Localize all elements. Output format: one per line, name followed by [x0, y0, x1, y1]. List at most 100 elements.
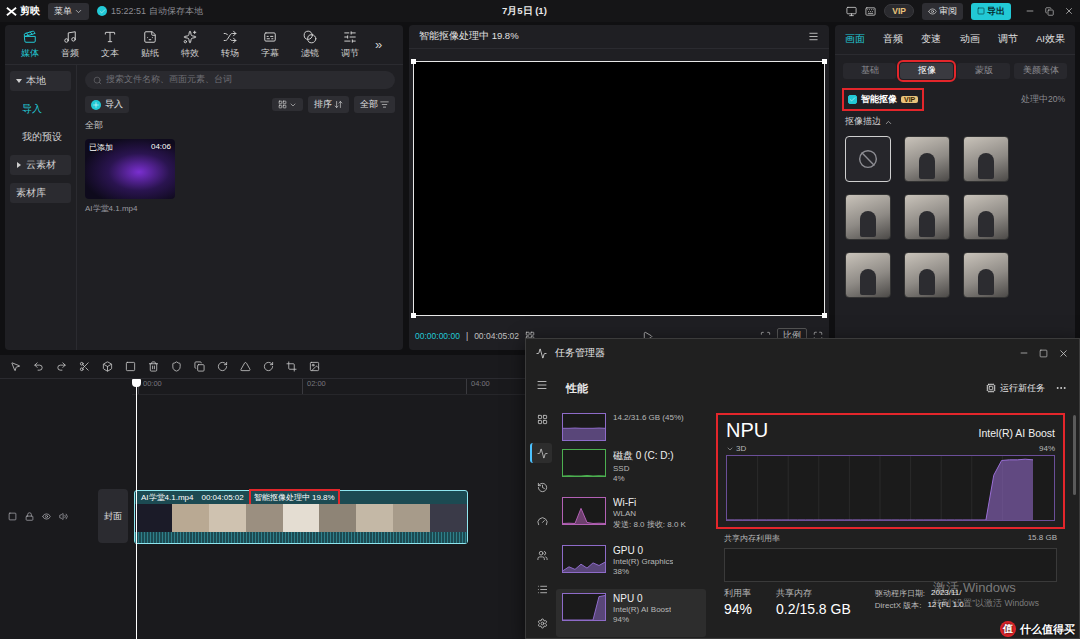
stroke-preset[interactable] [963, 252, 1009, 298]
search-field[interactable]: 搜索文件名称、画面元素、台词 [85, 71, 395, 89]
menu-button[interactable]: 菜单 [48, 3, 89, 20]
sidebar-item[interactable]: 我的预设 [10, 127, 71, 147]
resize-handle[interactable] [822, 313, 827, 318]
scrollbar[interactable] [1073, 415, 1076, 495]
media-tab[interactable]: 文本 [91, 30, 129, 60]
stroke-preset[interactable] [904, 194, 950, 240]
engine-select[interactable]: 3D [726, 444, 746, 453]
maximize-icon[interactable] [1039, 349, 1048, 358]
smart-cutout-checkbox[interactable]: 智能抠像VIP [845, 91, 921, 108]
nav-item[interactable] [530, 613, 552, 633]
vip-badge[interactable]: VIP [884, 4, 914, 18]
resize-handle[interactable] [411, 59, 416, 64]
media-tab[interactable]: 滤镜 [291, 30, 329, 60]
split-icon[interactable] [79, 361, 90, 372]
project-title[interactable]: 7月5日 (1) [211, 5, 839, 18]
nav-item[interactable] [530, 443, 552, 463]
inspector-tabs: 画面 音频 变速 动画 调节 AI效果 [835, 25, 1075, 55]
select-tool-icon[interactable] [10, 361, 21, 372]
resize-handle[interactable] [822, 59, 827, 64]
media-tab[interactable]: 贴纸 [131, 30, 169, 60]
minimize-icon[interactable] [1025, 6, 1035, 16]
nav-item[interactable] [530, 409, 552, 429]
keyboard-icon[interactable] [865, 6, 876, 17]
media-tab[interactable]: 音频 [51, 30, 89, 60]
media-tab[interactable]: 媒体 [11, 30, 49, 60]
stroke-preset[interactable] [963, 194, 1009, 240]
sub-tab[interactable]: 抠像 [900, 63, 953, 79]
menu-icon[interactable] [808, 31, 819, 42]
stroke-preset[interactable] [904, 136, 950, 182]
nav-item[interactable] [530, 545, 552, 565]
freeze-icon[interactable] [194, 361, 205, 372]
redo-icon[interactable] [56, 361, 67, 372]
monitor-icon[interactable] [846, 6, 857, 17]
undo-icon[interactable] [33, 361, 44, 372]
sort-button[interactable]: 排序 [308, 96, 349, 113]
image-icon[interactable] [309, 361, 320, 372]
nav-item[interactable] [530, 375, 552, 395]
close-icon[interactable] [1058, 348, 1069, 359]
import-button[interactable]: 导入 [85, 96, 129, 113]
resize-handle[interactable] [411, 313, 416, 318]
restore-icon[interactable] [1045, 7, 1054, 16]
cover-button[interactable]: 封面 [98, 489, 128, 543]
sub-tab[interactable]: 基础 [843, 63, 896, 79]
stroke-section-header[interactable]: 抠像描边 [835, 114, 1075, 136]
rotate-icon[interactable] [263, 361, 274, 372]
inspector-tab[interactable]: 画面 [845, 33, 865, 46]
reverse-icon[interactable] [217, 361, 228, 372]
stroke-preset[interactable] [963, 136, 1009, 182]
resource-item[interactable]: GPU 0Intel(R) Graphics38% [556, 541, 706, 589]
export-button[interactable]: 导出 [971, 3, 1011, 20]
split-right-icon[interactable] [125, 361, 136, 372]
delete-icon[interactable] [148, 361, 159, 372]
preview-canvas[interactable] [413, 61, 825, 316]
mark-icon[interactable] [171, 361, 182, 372]
stroke-preset[interactable] [845, 194, 891, 240]
inspector-tab[interactable]: 调节 [998, 33, 1018, 46]
close-icon[interactable] [1064, 6, 1074, 16]
resource-item[interactable]: NPU 0Intel(R) AI Boost94% [556, 589, 706, 637]
sub-tab[interactable]: 蒙版 [957, 63, 1010, 79]
media-card[interactable]: 已添加04:06AI学堂4.1.mp4 [85, 139, 175, 214]
media-tab[interactable]: 字幕 [251, 30, 289, 60]
resource-item[interactable]: 14.2/31.6 GB (45%) [556, 409, 706, 445]
stroke-preset[interactable] [845, 136, 891, 182]
run-task-button[interactable]: 运行新任务 [986, 382, 1045, 395]
stroke-preset[interactable] [904, 252, 950, 298]
sidebar-item[interactable]: 云素材 [10, 155, 71, 175]
video-clip[interactable]: AI学堂4.1.mp400:04:05:02智能抠像处理中 19.8% [134, 490, 468, 544]
nav-item[interactable] [530, 579, 552, 599]
audio-icon[interactable] [59, 512, 68, 521]
more-tabs-button[interactable]: » [375, 37, 382, 52]
sub-tab[interactable]: 美颜美体 [1014, 63, 1067, 79]
visibility-icon[interactable] [42, 512, 51, 521]
inspector-tab[interactable]: 音频 [883, 33, 903, 46]
crop-icon[interactable] [286, 361, 297, 372]
inspector-tab[interactable]: AI效果 [1036, 33, 1065, 46]
inspector-tab[interactable]: 动画 [960, 33, 980, 46]
stroke-preset[interactable] [845, 252, 891, 298]
more-icon[interactable] [1055, 382, 1067, 394]
media-tab[interactable]: 特效 [171, 30, 209, 60]
sidebar-item[interactable]: 本地 [10, 71, 71, 91]
inspector-tab[interactable]: 变速 [921, 33, 941, 46]
playhead-handle[interactable] [132, 379, 141, 387]
sidebar-item[interactable]: 导入 [10, 99, 71, 119]
mirror-icon[interactable] [240, 361, 251, 372]
review-button[interactable]: 审阅 [922, 3, 963, 20]
split-left-icon[interactable] [102, 361, 113, 372]
view-toggle[interactable] [272, 98, 303, 111]
lock-icon[interactable] [25, 512, 34, 521]
media-tab[interactable]: 转场 [211, 30, 249, 60]
minimize-icon[interactable] [1019, 348, 1029, 358]
nav-item[interactable] [530, 477, 552, 497]
playhead[interactable] [136, 379, 137, 639]
media-tab[interactable]: 调节 [331, 30, 369, 60]
nav-item[interactable] [530, 511, 552, 531]
filter-button[interactable]: 全部 [354, 96, 395, 113]
sidebar-item[interactable]: 素材库 [10, 183, 71, 203]
resource-item[interactable]: Wi-FiWLAN发送: 8.0 接收: 8.0 K [556, 493, 706, 541]
resource-item[interactable]: 磁盘 0 (C: D:)SSD4% [556, 445, 706, 493]
